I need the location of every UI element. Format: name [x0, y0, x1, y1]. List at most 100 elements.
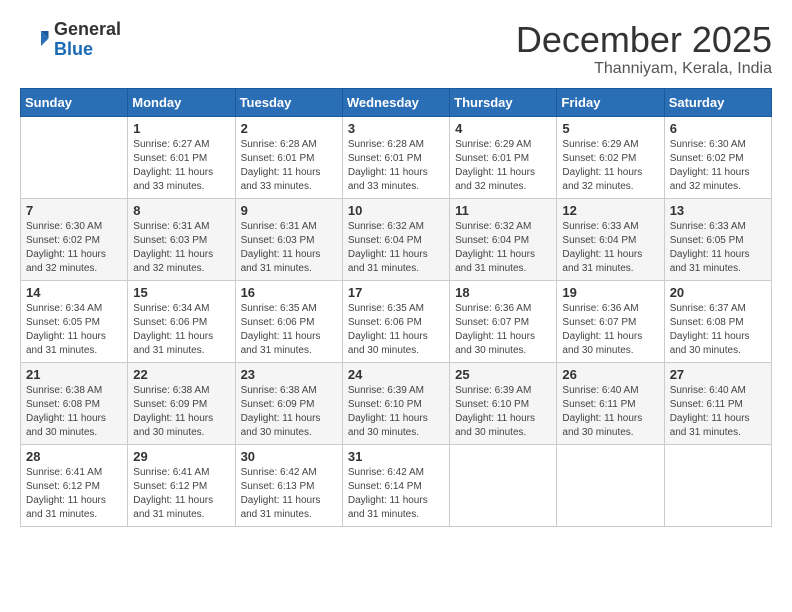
- calendar-table: SundayMondayTuesdayWednesdayThursdayFrid…: [20, 88, 772, 527]
- day-info: Sunrise: 6:38 AMSunset: 6:08 PMDaylight:…: [26, 384, 122, 440]
- location: Thanniyam, Kerala, India: [516, 60, 772, 78]
- day-info: Sunrise: 6:35 AMSunset: 6:06 PMDaylight:…: [241, 302, 337, 358]
- calendar-cell: 8 Sunrise: 6:31 AMSunset: 6:03 PMDaylight…: [128, 198, 235, 280]
- day-info: Sunrise: 6:27 AMSunset: 6:01 PMDaylight:…: [133, 138, 229, 194]
- calendar-week-2: 7 Sunrise: 6:30 AMSunset: 6:02 PMDaylight…: [21, 198, 772, 280]
- day-number: 24: [348, 367, 444, 382]
- day-info: Sunrise: 6:34 AMSunset: 6:05 PMDaylight:…: [26, 302, 122, 358]
- calendar-cell: 28 Sunrise: 6:41 AMSunset: 6:12 PMDayligh…: [21, 444, 128, 526]
- calendar-cell: 12 Sunrise: 6:33 AMSunset: 6:04 PMDayligh…: [557, 198, 664, 280]
- day-number: 27: [670, 367, 766, 382]
- calendar-cell: 16 Sunrise: 6:35 AMSunset: 6:06 PMDayligh…: [235, 280, 342, 362]
- day-number: 7: [26, 203, 122, 218]
- calendar-cell: [557, 444, 664, 526]
- day-info: Sunrise: 6:40 AMSunset: 6:11 PMDaylight:…: [562, 384, 658, 440]
- calendar-cell: 3 Sunrise: 6:28 AMSunset: 6:01 PMDaylight…: [342, 116, 449, 198]
- weekday-header-monday: Monday: [128, 88, 235, 116]
- day-info: Sunrise: 6:33 AMSunset: 6:04 PMDaylight:…: [562, 220, 658, 276]
- calendar-cell: 2 Sunrise: 6:28 AMSunset: 6:01 PMDaylight…: [235, 116, 342, 198]
- day-info: Sunrise: 6:31 AMSunset: 6:03 PMDaylight:…: [133, 220, 229, 276]
- calendar-cell: 19 Sunrise: 6:36 AMSunset: 6:07 PMDayligh…: [557, 280, 664, 362]
- logo-icon: [20, 25, 50, 55]
- day-number: 11: [455, 203, 551, 218]
- calendar-cell: 22Sunrise: 6:38 AMSunset: 6:09 PMDayligh…: [128, 362, 235, 444]
- calendar-cell: 18 Sunrise: 6:36 AMSunset: 6:07 PMDayligh…: [450, 280, 557, 362]
- day-number: 18: [455, 285, 551, 300]
- day-number: 1: [133, 121, 229, 136]
- day-number: 4: [455, 121, 551, 136]
- calendar-cell: [450, 444, 557, 526]
- day-info: Sunrise: 6:41 AMSunset: 6:12 PMDaylight:…: [26, 466, 122, 522]
- day-info: Sunrise: 6:29 AMSunset: 6:02 PMDaylight:…: [562, 138, 658, 194]
- calendar-week-1: 1 Sunrise: 6:27 AMSunset: 6:01 PMDaylight…: [21, 116, 772, 198]
- day-number: 9: [241, 203, 337, 218]
- day-info: Sunrise: 6:42 AMSunset: 6:14 PMDaylight:…: [348, 466, 444, 522]
- day-number: 28: [26, 449, 122, 464]
- day-number: 21: [26, 367, 122, 382]
- day-number: 26: [562, 367, 658, 382]
- logo: General Blue: [20, 20, 121, 60]
- day-info: Sunrise: 6:36 AMSunset: 6:07 PMDaylight:…: [562, 302, 658, 358]
- day-number: 6: [670, 121, 766, 136]
- day-info: Sunrise: 6:28 AMSunset: 6:01 PMDaylight:…: [348, 138, 444, 194]
- calendar-cell: [664, 444, 771, 526]
- day-number: 3: [348, 121, 444, 136]
- weekday-header-friday: Friday: [557, 88, 664, 116]
- calendar-cell: 13Sunrise: 6:33 AMSunset: 6:05 PMDayligh…: [664, 198, 771, 280]
- day-number: 16: [241, 285, 337, 300]
- day-number: 25: [455, 367, 551, 382]
- calendar-cell: 11 Sunrise: 6:32 AMSunset: 6:04 PMDayligh…: [450, 198, 557, 280]
- title-block: December 2025 Thanniyam, Kerala, India: [516, 20, 772, 78]
- calendar-cell: [21, 116, 128, 198]
- day-number: 19: [562, 285, 658, 300]
- day-info: Sunrise: 6:35 AMSunset: 6:06 PMDaylight:…: [348, 302, 444, 358]
- day-info: Sunrise: 6:34 AMSunset: 6:06 PMDaylight:…: [133, 302, 229, 358]
- calendar-cell: 5 Sunrise: 6:29 AMSunset: 6:02 PMDaylight…: [557, 116, 664, 198]
- calendar-cell: 29Sunrise: 6:41 AMSunset: 6:12 PMDayligh…: [128, 444, 235, 526]
- calendar-week-5: 28 Sunrise: 6:41 AMSunset: 6:12 PMDayligh…: [21, 444, 772, 526]
- day-info: Sunrise: 6:32 AMSunset: 6:04 PMDaylight:…: [348, 220, 444, 276]
- day-info: Sunrise: 6:39 AMSunset: 6:10 PMDaylight:…: [455, 384, 551, 440]
- calendar-cell: 15Sunrise: 6:34 AMSunset: 6:06 PMDayligh…: [128, 280, 235, 362]
- day-number: 2: [241, 121, 337, 136]
- calendar-cell: 7 Sunrise: 6:30 AMSunset: 6:02 PMDaylight…: [21, 198, 128, 280]
- calendar-cell: 26 Sunrise: 6:40 AMSunset: 6:11 PMDayligh…: [557, 362, 664, 444]
- day-info: Sunrise: 6:28 AMSunset: 6:01 PMDaylight:…: [241, 138, 337, 194]
- calendar-cell: 20Sunrise: 6:37 AMSunset: 6:08 PMDayligh…: [664, 280, 771, 362]
- logo-general-text: General: [54, 20, 121, 40]
- weekday-header-wednesday: Wednesday: [342, 88, 449, 116]
- day-number: 5: [562, 121, 658, 136]
- day-number: 8: [133, 203, 229, 218]
- calendar-cell: 23Sunrise: 6:38 AMSunset: 6:09 PMDayligh…: [235, 362, 342, 444]
- calendar-week-3: 14Sunrise: 6:34 AMSunset: 6:05 PMDayligh…: [21, 280, 772, 362]
- day-info: Sunrise: 6:39 AMSunset: 6:10 PMDaylight:…: [348, 384, 444, 440]
- calendar-cell: 24 Sunrise: 6:39 AMSunset: 6:10 PMDayligh…: [342, 362, 449, 444]
- calendar-cell: 31 Sunrise: 6:42 AMSunset: 6:14 PMDayligh…: [342, 444, 449, 526]
- weekday-header-saturday: Saturday: [664, 88, 771, 116]
- day-info: Sunrise: 6:30 AMSunset: 6:02 PMDaylight:…: [26, 220, 122, 276]
- day-info: Sunrise: 6:40 AMSunset: 6:11 PMDaylight:…: [670, 384, 766, 440]
- calendar-cell: 25 Sunrise: 6:39 AMSunset: 6:10 PMDayligh…: [450, 362, 557, 444]
- day-info: Sunrise: 6:42 AMSunset: 6:13 PMDaylight:…: [241, 466, 337, 522]
- day-info: Sunrise: 6:36 AMSunset: 6:07 PMDaylight:…: [455, 302, 551, 358]
- day-info: Sunrise: 6:32 AMSunset: 6:04 PMDaylight:…: [455, 220, 551, 276]
- page-header: General Blue December 2025 Thanniyam, Ke…: [20, 20, 772, 78]
- day-info: Sunrise: 6:38 AMSunset: 6:09 PMDaylight:…: [241, 384, 337, 440]
- day-info: Sunrise: 6:29 AMSunset: 6:01 PMDaylight:…: [455, 138, 551, 194]
- calendar-cell: 1 Sunrise: 6:27 AMSunset: 6:01 PMDaylight…: [128, 116, 235, 198]
- calendar-cell: 30Sunrise: 6:42 AMSunset: 6:13 PMDayligh…: [235, 444, 342, 526]
- day-number: 12: [562, 203, 658, 218]
- day-number: 31: [348, 449, 444, 464]
- calendar-cell: 27 Sunrise: 6:40 AMSunset: 6:11 PMDayligh…: [664, 362, 771, 444]
- logo-blue-text: Blue: [54, 40, 121, 60]
- day-number: 17: [348, 285, 444, 300]
- weekday-header-sunday: Sunday: [21, 88, 128, 116]
- day-number: 10: [348, 203, 444, 218]
- weekday-header-thursday: Thursday: [450, 88, 557, 116]
- day-info: Sunrise: 6:30 AMSunset: 6:02 PMDaylight:…: [670, 138, 766, 194]
- day-number: 29: [133, 449, 229, 464]
- calendar-cell: 6 Sunrise: 6:30 AMSunset: 6:02 PMDaylight…: [664, 116, 771, 198]
- day-number: 22: [133, 367, 229, 382]
- day-info: Sunrise: 6:33 AMSunset: 6:05 PMDaylight:…: [670, 220, 766, 276]
- day-info: Sunrise: 6:31 AMSunset: 6:03 PMDaylight:…: [241, 220, 337, 276]
